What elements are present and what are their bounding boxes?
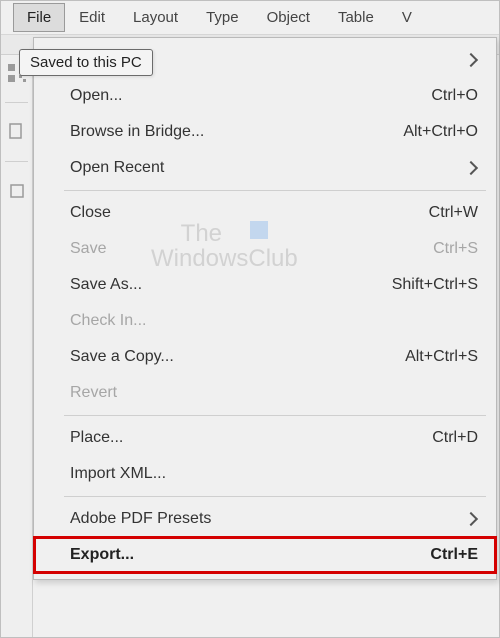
menu-item-shortcut: Shift+Ctrl+S [376,276,478,294]
file-menu-dropdown: NewOpen...Ctrl+OBrowse in Bridge...Alt+C… [33,37,497,580]
menu-item-shortcut: Ctrl+S [417,240,478,258]
menu-item-shortcut: Ctrl+E [414,546,478,564]
menubar-item-v[interactable]: V [388,3,426,32]
menu-item-label: Save [70,240,417,258]
menu-item-label: Close [70,204,413,222]
menubar-item-object[interactable]: Object [253,3,324,32]
menu-item-label: Save a Copy... [70,348,389,366]
menu-item-shortcut: Alt+Ctrl+S [389,348,478,366]
chevron-right-icon [464,53,478,67]
menu-item-save: SaveCtrl+S [34,231,496,267]
menu-separator [64,415,486,416]
menu-item-adobe-pdf-presets[interactable]: Adobe PDF Presets [34,501,496,537]
menubar-item-type[interactable]: Type [192,3,253,32]
menu-item-save-a-copy[interactable]: Save a Copy...Alt+Ctrl+S [34,339,496,375]
menubar-item-edit[interactable]: Edit [65,3,119,32]
menu-item-shortcut: Ctrl+D [416,429,478,447]
menu-item-browse-in-bridge[interactable]: Browse in Bridge...Alt+Ctrl+O [34,114,496,150]
menu-item-open-recent[interactable]: Open Recent [34,150,496,186]
menu-item-label: Place... [70,429,416,447]
tool-icon [8,182,26,200]
app-window: FileEditLayoutTypeObjectTableV NewOpen..… [0,0,500,638]
menu-item-label: Export... [70,546,414,564]
menu-item-save-as[interactable]: Save As...Shift+Ctrl+S [34,267,496,303]
menu-item-label: Save As... [70,276,376,294]
menu-item-label: Adobe PDF Presets [70,510,466,528]
menu-item-label: Open Recent [70,159,466,177]
menu-item-export[interactable]: Export...Ctrl+E [34,537,496,573]
menu-item-label: Import XML... [70,465,478,483]
chevron-right-icon [464,161,478,175]
menu-item-label: Browse in Bridge... [70,123,387,141]
menu-item-open[interactable]: Open...Ctrl+O [34,78,496,114]
menu-item-shortcut: Ctrl+O [415,87,478,105]
menu-item-label: Open... [70,87,415,105]
menu-item-import-xml[interactable]: Import XML... [34,456,496,492]
menu-item-shortcut: Ctrl+W [413,204,478,222]
chevron-right-icon [464,512,478,526]
menu-item-place[interactable]: Place...Ctrl+D [34,420,496,456]
menubar-item-file[interactable]: File [13,3,65,32]
menubar-item-layout[interactable]: Layout [119,3,192,32]
menu-item-label: Revert [70,384,478,402]
tool-column [1,56,33,637]
tooltip-saved: Saved to this PC [19,49,153,76]
menu-separator [64,496,486,497]
menubar: FileEditLayoutTypeObjectTableV [1,1,499,35]
menu-item-label: Check In... [70,312,478,330]
menubar-item-table[interactable]: Table [324,3,388,32]
menu-item-close[interactable]: CloseCtrl+W [34,195,496,231]
menu-item-revert: Revert [34,375,496,411]
menu-item-shortcut: Alt+Ctrl+O [387,123,478,141]
menu-item-check-in: Check In... [34,303,496,339]
menu-separator [64,190,486,191]
page-icon [8,123,26,141]
